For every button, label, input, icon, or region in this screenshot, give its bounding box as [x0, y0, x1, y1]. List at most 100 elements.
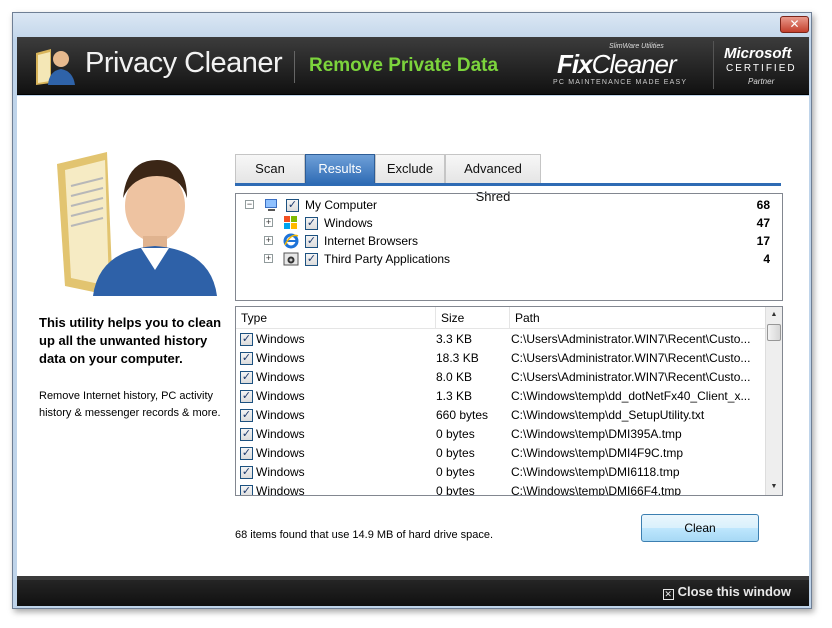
expand-icon[interactable]: +: [264, 218, 273, 227]
cell-size: 0 bytes: [436, 465, 475, 479]
checkbox-internet-browsers[interactable]: ✓: [305, 235, 318, 248]
cell-path: C:\Users\Administrator.WIN7\Recent\Custo…: [511, 370, 751, 384]
cell-type: Windows: [256, 351, 305, 365]
table-row[interactable]: ✓ Windows 8.0 KB C:\Users\Administrator.WIN…: [236, 368, 766, 387]
row-checkbox[interactable]: ✓: [240, 371, 253, 384]
tree-count: 68: [756, 198, 770, 212]
column-header-path[interactable]: Path: [510, 307, 766, 329]
cell-path: C:\Users\Administrator.WIN7\Recent\Custo…: [511, 332, 751, 346]
microsoft-certified-badge: Microsoft CERTIFIED Partner: [713, 41, 805, 89]
tree-label: My Computer: [305, 198, 378, 212]
tree-label: Internet Browsers: [324, 234, 419, 248]
computer-icon: [265, 199, 277, 211]
column-header-type[interactable]: Type: [236, 307, 436, 329]
tree-row-internet-browsers[interactable]: + ✓ Internet Browsers 17: [236, 232, 782, 250]
cell-size: 0 bytes: [436, 427, 475, 441]
column-header-size[interactable]: Size: [436, 307, 510, 329]
cell-type: Windows: [256, 446, 305, 460]
internet-explorer-icon: [283, 233, 299, 249]
application-icon: [283, 252, 299, 266]
fixcleaner-tagline: PC MAINTENANCE MADE EASY: [553, 79, 688, 86]
table-row[interactable]: ✓ Windows 3.3 KB C:\Users\Administrator.WIN…: [236, 330, 766, 349]
tab-results[interactable]: Results: [305, 154, 375, 184]
footer-bar: ✕ Close this window: [17, 576, 809, 606]
category-tree: − ✓ My Computer 68 + ✓ Windows 47 + ✓ In…: [235, 193, 783, 301]
windows-logo-icon: [284, 216, 297, 229]
tree-label: Windows: [324, 216, 373, 230]
main-content: This utility helps you to clean up all t…: [17, 96, 809, 576]
row-checkbox[interactable]: ✓: [240, 466, 253, 479]
collapse-icon[interactable]: −: [245, 200, 254, 209]
checkbox-third-party-applications[interactable]: ✓: [305, 253, 318, 266]
user-folder-illustration-icon: [57, 152, 217, 296]
cell-path: C:\Windows\temp\DMI6118.tmp: [511, 465, 680, 479]
tree-count: 4: [763, 252, 770, 266]
tree-row-windows[interactable]: + ✓ Windows 47: [236, 214, 782, 232]
table-row[interactable]: ✓ Windows 18.3 KB C:\Users\Administrator.WI…: [236, 349, 766, 368]
scroll-thumb[interactable]: [767, 324, 781, 341]
microsoft-certified-text: CERTIFIED: [726, 63, 797, 74]
tab-exclude[interactable]: Exclude: [375, 154, 445, 184]
app-subtitle: Remove Private Data: [309, 55, 499, 76]
cell-size: 0 bytes: [436, 484, 475, 496]
table-row[interactable]: ✓ Windows 0 bytes C:\Windows\temp\DMI66F4.t…: [236, 482, 766, 496]
row-checkbox[interactable]: ✓: [240, 409, 253, 422]
tab-advanced-shred[interactable]: Advanced Shred: [445, 154, 541, 204]
row-checkbox[interactable]: ✓: [240, 333, 253, 346]
app-title: Privacy Cleaner: [85, 47, 283, 79]
table-header: Type Size Path: [236, 307, 766, 329]
scroll-up-arrow-icon[interactable]: ▲: [766, 307, 782, 323]
cell-size: 3.3 KB: [436, 332, 473, 346]
close-window-link[interactable]: ✕ Close this window: [662, 584, 791, 600]
cell-type: Windows: [256, 370, 305, 384]
tree-row-my-computer[interactable]: − ✓ My Computer 68: [236, 196, 782, 214]
row-checkbox[interactable]: ✓: [240, 485, 253, 495]
cell-size: 18.3 KB: [436, 351, 479, 365]
window-close-button[interactable]: ✕: [780, 16, 809, 33]
microsoft-partner-text: Partner: [748, 77, 775, 86]
cell-type: Windows: [256, 332, 305, 346]
cell-size: 1.3 KB: [436, 389, 473, 403]
scroll-down-arrow-icon[interactable]: ▼: [766, 479, 782, 495]
microsoft-name: Microsoft: [724, 45, 792, 62]
banner-divider: [294, 51, 295, 83]
row-checkbox[interactable]: ✓: [240, 390, 253, 403]
tree-row-third-party-applications[interactable]: + ✓ Third Party Applications 4: [236, 250, 782, 268]
cell-size: 8.0 KB: [436, 370, 473, 384]
expand-icon[interactable]: +: [264, 236, 273, 245]
results-table: Type Size Path ✓ Windows 3.3 KB C:\Users\Ad…: [235, 306, 783, 496]
table-row[interactable]: ✓ Windows 0 bytes C:\Windows\temp\DMI395A.t…: [236, 425, 766, 444]
fixcleaner-brand-fix: Fix: [557, 49, 593, 79]
fixcleaner-logo: SlimWare Utilities FixCleaner PC MAINTEN…: [553, 43, 693, 87]
header-banner: Privacy Cleaner Remove Private Data Slim…: [17, 37, 809, 95]
row-checkbox[interactable]: ✓: [240, 428, 253, 441]
tab-underline: [235, 183, 781, 186]
row-checkbox[interactable]: ✓: [240, 447, 253, 460]
close-box-icon: ✕: [662, 589, 674, 600]
table-row[interactable]: ✓ Windows 660 bytes C:\Windows\temp\dd_Setu…: [236, 406, 766, 425]
checkbox-windows[interactable]: ✓: [305, 217, 318, 230]
description-detail: Remove Internet history, PC activity his…: [39, 390, 221, 419]
privacy-folder-logo-icon: [36, 49, 75, 85]
cell-size: 660 bytes: [436, 408, 489, 422]
tree-count: 47: [756, 216, 770, 230]
app-window: ✕ Privacy Cleaner Remove Private Data Sl…: [12, 12, 812, 609]
cell-type: Windows: [256, 465, 305, 479]
cell-size: 0 bytes: [436, 446, 475, 460]
tab-scan[interactable]: Scan: [235, 154, 305, 184]
vertical-scrollbar[interactable]: ▲ ▼: [765, 307, 782, 495]
table-row[interactable]: ✓ Windows 0 bytes C:\Windows\temp\DMI6118.t…: [236, 463, 766, 482]
tree-count: 17: [756, 234, 770, 248]
description-heading: This utility helps you to clean up all t…: [39, 315, 222, 366]
table-row[interactable]: ✓ Windows 1.3 KB C:\Windows\temp\dd_dotNetF…: [236, 387, 766, 406]
cell-type: Windows: [256, 427, 305, 441]
checkbox-my-computer[interactable]: ✓: [286, 199, 299, 212]
cell-path: C:\Windows\temp\dd_SetupUtility.txt: [511, 408, 705, 422]
table-row[interactable]: ✓ Windows 0 bytes C:\Windows\temp\DMI4F9C.t…: [236, 444, 766, 463]
cell-path: C:\Users\Administrator.WIN7\Recent\Custo…: [511, 351, 751, 365]
row-checkbox[interactable]: ✓: [240, 352, 253, 365]
fixcleaner-brand-cleaner: Cleaner: [591, 49, 677, 79]
title-bar: ✕: [13, 13, 811, 39]
clean-button[interactable]: Clean: [641, 514, 759, 542]
expand-icon[interactable]: +: [264, 254, 273, 263]
